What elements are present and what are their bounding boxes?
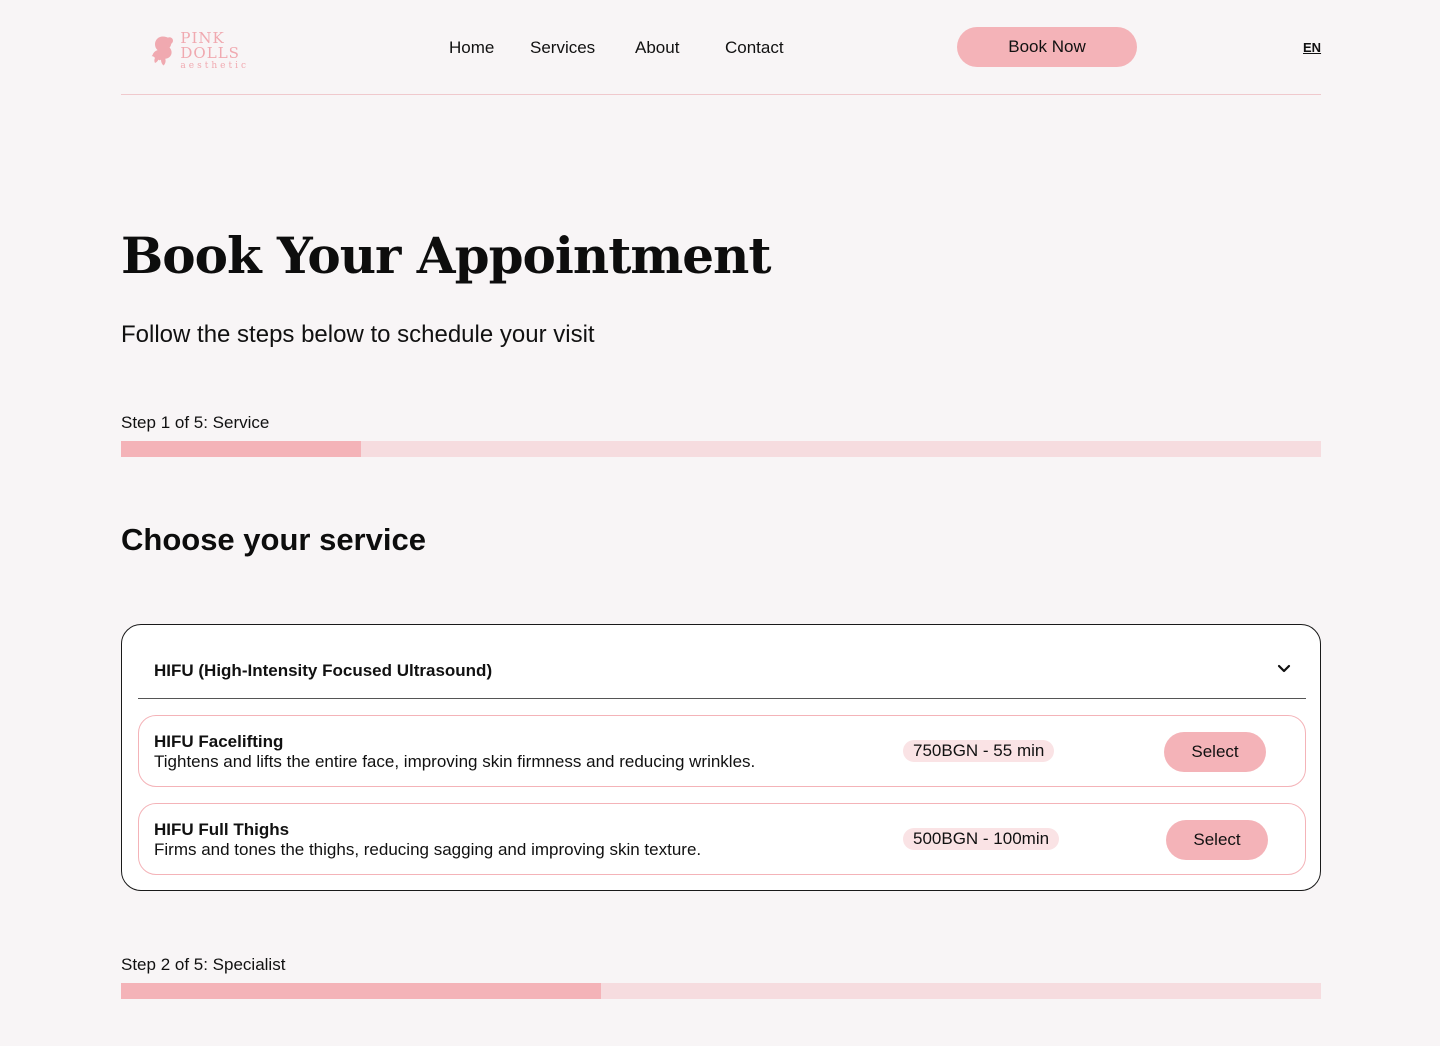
nav-services-link[interactable]: Services (530, 38, 595, 58)
select-service-button[interactable]: Select (1164, 732, 1266, 772)
step-2-progress-bar (121, 983, 1321, 999)
step-2-progress-fill (121, 983, 601, 999)
service-item-name: HIFU Full Thighs (154, 820, 290, 839)
step-1-progress-fill (121, 441, 361, 457)
page-title: Book Your Appointment (121, 226, 771, 285)
service-section-title: Choose your service (121, 522, 426, 557)
logo-tagline: aesthetic (180, 61, 249, 71)
page-subtitle: Follow the steps below to schedule your … (121, 321, 595, 348)
service-item: HIFU Facelifting Tightens and lifts the … (138, 715, 1306, 787)
service-item-name: HIFU Facelifting (154, 732, 284, 751)
book-now-button[interactable]: Book Now (957, 27, 1137, 67)
nav-contact-link[interactable]: Contact (725, 38, 784, 58)
service-price-badge: 500BGN - 100min (903, 828, 1060, 850)
booking-page: PINK DOLLS aesthetic Home Services About… (0, 0, 1440, 1046)
service-item-description: Firms and tones the thighs, reducing sag… (154, 840, 702, 859)
service-price-badge: 750BGN - 55 min (903, 740, 1055, 762)
chevron-down-icon[interactable] (1276, 663, 1292, 675)
service-category-card: HIFU (High-Intensity Focused Ultrasound)… (121, 624, 1321, 891)
service-item-description: Tightens and lifts the entire face, impr… (154, 752, 756, 771)
step-1-label: Step 1 of 5: Service (121, 413, 270, 432)
nav-about-link[interactable]: About (635, 38, 679, 58)
service-category-header[interactable]: HIFU (High-Intensity Focused Ultrasound) (138, 625, 1306, 699)
nav-home-link[interactable]: Home (449, 38, 494, 58)
step-2-label: Step 2 of 5: Specialist (121, 955, 286, 974)
step-1-progress-bar (121, 441, 1321, 457)
main-nav: Home Services About Contact (121, 38, 1321, 58)
site-header: PINK DOLLS aesthetic Home Services About… (121, 0, 1321, 95)
service-category-label: HIFU (High-Intensity Focused Ultrasound) (154, 661, 493, 680)
select-service-button[interactable]: Select (1166, 820, 1268, 860)
language-switcher[interactable]: EN (1303, 40, 1321, 55)
service-item: HIFU Full Thighs Firms and tones the thi… (138, 803, 1306, 875)
